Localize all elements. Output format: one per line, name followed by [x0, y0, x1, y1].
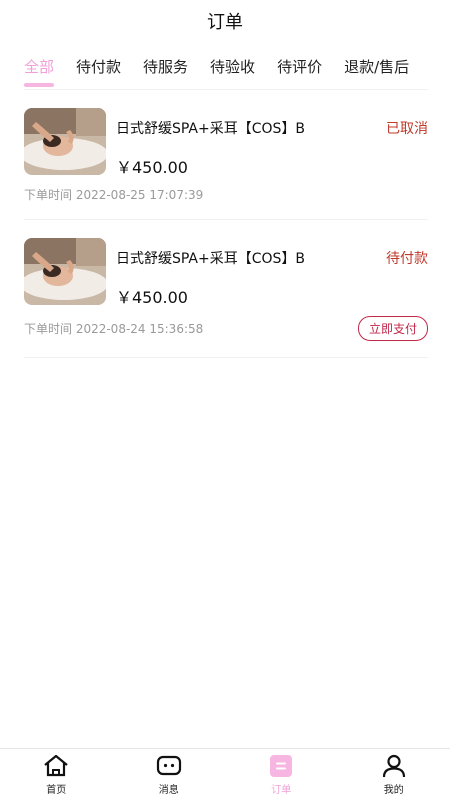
tabbar-label: 消息 [158, 785, 179, 796]
order-price: ￥450.00 [116, 288, 188, 307]
tabbar-label: 首页 [46, 785, 67, 796]
order-card[interactable]: 日式舒缓SPA+采耳【COS】B ￥450.00 已取消 下单时间 2022-0… [24, 90, 428, 220]
tabs-divider [24, 89, 428, 90]
profile-icon [380, 753, 408, 779]
order-price: ￥450.00 [116, 158, 188, 177]
tabbar-label: 订单 [271, 785, 292, 796]
message-icon [155, 753, 183, 779]
home-icon [42, 753, 70, 779]
product-thumbnail[interactable] [24, 238, 106, 305]
order-tabs: 全部 待付款 待服务 待验收 待评价 退款/售后 [0, 42, 450, 90]
tab-pending-review[interactable]: 待评价 [277, 56, 322, 77]
order-card[interactable]: 日式舒缓SPA+采耳【COS】B ￥450.00 待付款 下单时间 2022-0… [24, 220, 428, 358]
bottom-tab-bar: 首页 消息 订单 我的 [0, 748, 450, 800]
tab-all[interactable]: 全部 [24, 56, 55, 87]
tab-pending-service[interactable]: 待服务 [143, 56, 188, 77]
order-list: 日式舒缓SPA+采耳【COS】B ￥450.00 已取消 下单时间 2022-0… [0, 90, 450, 358]
tab-refund[interactable]: 退款/售后 [344, 56, 409, 77]
product-thumbnail[interactable] [24, 108, 106, 175]
pay-now-button[interactable]: 立即支付 [357, 316, 428, 341]
tabbar-item-home[interactable]: 首页 [0, 749, 113, 800]
order-status: 已取消 [386, 121, 428, 137]
order-time: 下单时间 2022-08-24 15:36:58 [24, 322, 204, 336]
order-time: 下单时间 2022-08-25 17:07:39 [24, 188, 204, 202]
tabbar-item-messages[interactable]: 消息 [113, 749, 226, 800]
tabbar-item-profile[interactable]: 我的 [338, 749, 450, 800]
order-title: 日式舒缓SPA+采耳【COS】B [116, 121, 306, 137]
tab-pending-payment[interactable]: 待付款 [76, 56, 121, 77]
tab-pending-acceptance[interactable]: 待验收 [210, 56, 255, 77]
page-header: 订单 [0, 0, 450, 42]
tabbar-item-orders[interactable]: 订单 [225, 749, 338, 800]
order-status: 待付款 [386, 251, 428, 267]
order-title: 日式舒缓SPA+采耳【COS】B [116, 251, 306, 267]
tabbar-label: 我的 [383, 785, 404, 796]
page-title: 订单 [207, 12, 243, 33]
order-icon [267, 753, 295, 779]
